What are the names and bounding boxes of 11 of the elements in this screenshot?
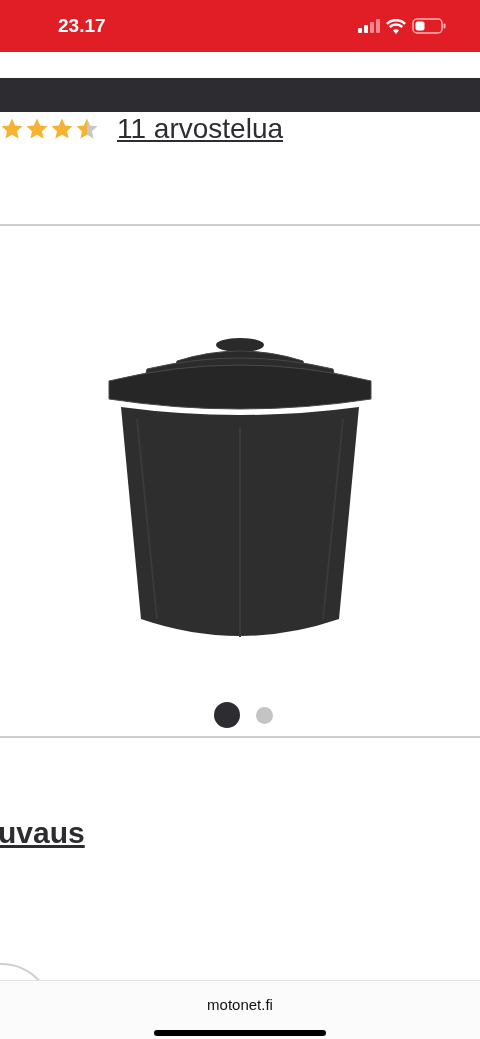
section-heading: uvaus (0, 815, 85, 851)
url-text[interactable]: motonet.fi (207, 994, 273, 1017)
star-icon (75, 117, 99, 141)
reviews-link[interactable]: 11 arvostelua (117, 115, 284, 143)
star-icon (50, 117, 74, 141)
signal-icon (358, 19, 380, 33)
battery-icon (412, 18, 446, 34)
star-icon (25, 117, 49, 141)
clock: 23.17 (58, 13, 106, 38)
star-icon (0, 117, 24, 141)
wifi-icon (386, 18, 406, 34)
